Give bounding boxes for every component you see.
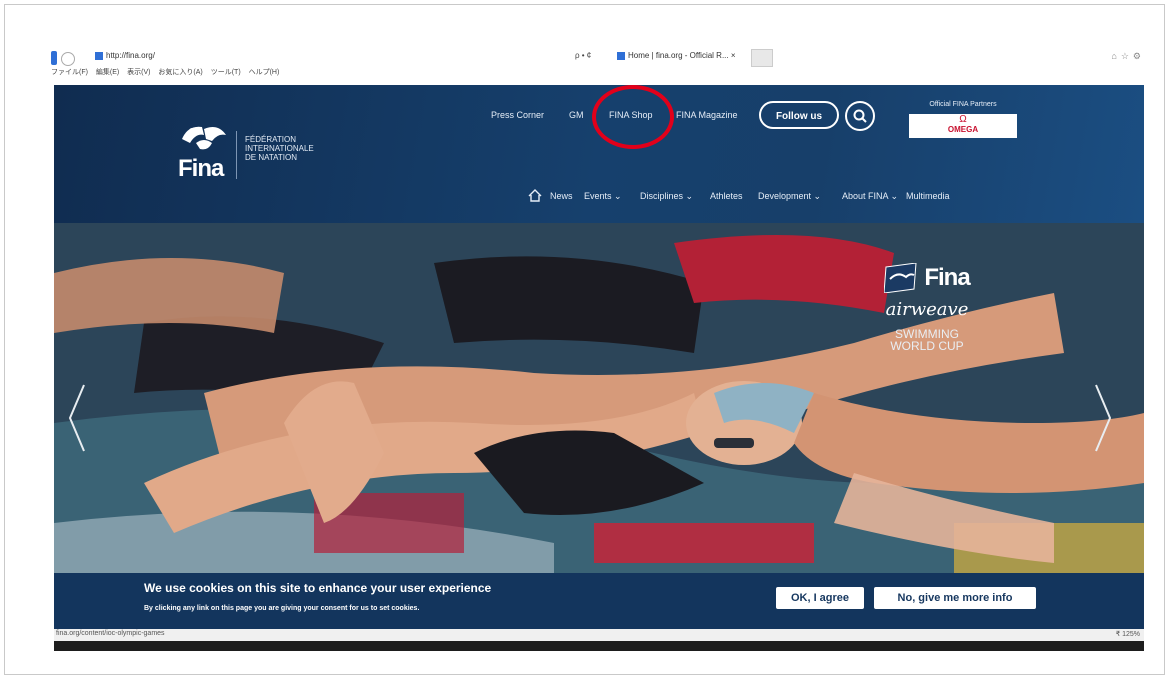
nav-development[interactable]: Development ⌄ [758,191,821,202]
nav-disciplines[interactable]: Disciplines ⌄ [640,191,693,202]
screenshot-frame: http://fina.org/ ρ • ¢ Home | fina.org -… [4,4,1165,675]
new-tab-button[interactable] [751,49,773,67]
omega-name: OMEGA [947,125,979,134]
nav-events[interactable]: Events ⌄ [584,191,622,202]
brand-fina-text: Fina [924,264,970,291]
home-icon[interactable] [528,189,542,202]
fina-magazine-link[interactable]: FINA Magazine [676,110,738,120]
follow-us-button[interactable]: Follow us [759,101,839,129]
taskbar-strip [54,641,1144,651]
cookie-body: By clicking any link on this page you ar… [144,605,420,612]
search-refresh-icons[interactable]: ρ • ¢ [575,51,591,60]
nav-news[interactable]: News [550,191,573,201]
nav-multimedia[interactable]: Multimedia [906,191,950,201]
forward-icon[interactable] [61,52,75,66]
search-icon [853,109,867,123]
fina-flag-icon [884,263,917,293]
swimming-world-cup-brand: Fina airweave SWIMMING WORLD CUP [872,263,982,352]
cookie-banner: We use cookies on this site to enhance y… [54,573,1144,627]
browser-toolbar-icons[interactable]: ⌂☆⚙ [1111,51,1145,62]
browser-nav-buttons[interactable] [51,51,91,66]
url-text: http://fina.org/ [106,51,155,60]
brand-airweave-text: airweave [885,299,969,320]
nav-about-fina[interactable]: About FINA ⌄ [842,191,898,202]
tab-title: Home | fina.org - Official R... × [628,51,736,60]
hero-carousel[interactable]: Fina airweave SWIMMING WORLD CUP [54,223,1144,573]
red-highlight-circle [592,85,674,149]
omega-partner-logo[interactable]: Ω OMEGA [909,114,1017,138]
official-partners: Official FINA Partners Ω OMEGA [909,101,1017,138]
gm-link[interactable]: GM [569,110,584,120]
site-header: Fina FÉDÉRATION INTERNATIONALE DE NATATI… [54,85,1144,223]
browser-menubar[interactable]: ファイル(F) 編集(E) 表示(V) お気に入り(A) ツール(T) ヘルプ(… [51,67,279,77]
org-name-line3: DE NATATION [245,153,297,162]
site-favicon-icon [95,51,103,60]
carousel-next-arrow-icon[interactable] [1094,383,1112,453]
tab-favicon-icon [617,51,625,60]
cookie-agree-button[interactable]: OK, I agree [776,587,864,609]
press-corner-link[interactable]: Press Corner [491,110,544,120]
org-name-line1: FÉDÉRATION [245,135,296,144]
fina-website: Fina FÉDÉRATION INTERNATIONALE DE NATATI… [54,85,1144,651]
zoom-level[interactable]: ₹ 125% [1116,630,1140,638]
url-field[interactable]: http://fina.org/ [95,51,155,60]
browser-tab[interactable]: Home | fina.org - Official R... × [617,51,736,60]
cookie-more-info-button[interactable]: No, give me more info [874,587,1036,609]
cookie-title: We use cookies on this site to enhance y… [144,581,492,595]
nav-athletes[interactable]: Athletes [710,191,743,201]
brand-line2: WORLD CUP [890,339,964,353]
partners-label: Official FINA Partners [929,101,997,108]
omega-symbol-icon: Ω [959,114,967,125]
status-url: fina.org/content/ioc-olympic-games [56,630,165,637]
logo-wordmark: Fina [178,155,224,182]
back-icon[interactable] [51,51,57,65]
search-button[interactable] [845,101,875,131]
carousel-prev-arrow-icon[interactable] [68,383,86,453]
browser-address-bar: http://fina.org/ ρ • ¢ Home | fina.org -… [51,49,1145,67]
org-full-name: FÉDÉRATION INTERNATIONALE DE NATATION [245,135,355,162]
browser-status-bar: fina.org/content/ioc-olympic-games ₹ 125… [54,629,1144,641]
brand-event-name: SWIMMING WORLD CUP [872,328,982,352]
org-name-line2: INTERNATIONALE [245,144,314,153]
logo-divider [236,131,237,179]
